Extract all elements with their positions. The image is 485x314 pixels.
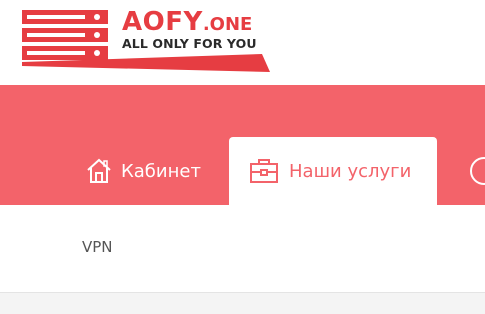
site-logo[interactable]: AOFY.ONE ALL ONLY FOR YOU bbox=[22, 7, 272, 74]
site-header: AOFY.ONE ALL ONLY FOR YOU bbox=[0, 0, 485, 85]
tab-services[interactable]: Наши услуги bbox=[229, 137, 437, 205]
briefcase-icon bbox=[250, 159, 278, 183]
tab-services-label: Наши услуги bbox=[289, 160, 412, 182]
tab-cabinet-label: Кабинет bbox=[121, 160, 201, 182]
submenu-area bbox=[0, 205, 485, 292]
home-icon bbox=[87, 158, 111, 183]
tab-help[interactable] bbox=[469, 156, 485, 186]
content-separator bbox=[0, 292, 485, 314]
help-icon bbox=[470, 157, 485, 185]
submenu-item-vpn[interactable]: VPN bbox=[82, 238, 113, 256]
brand-tagline: ALL ONLY FOR YOU bbox=[122, 36, 257, 51]
tab-cabinet[interactable]: Кабинет bbox=[85, 149, 201, 193]
brand-name: AOFY.ONE bbox=[122, 7, 253, 37]
